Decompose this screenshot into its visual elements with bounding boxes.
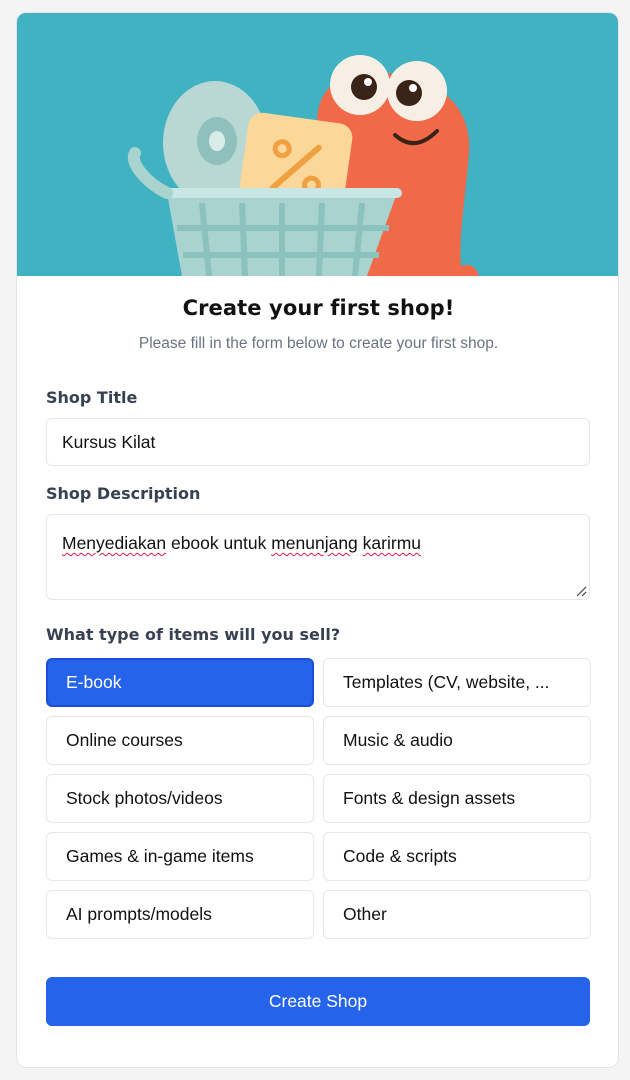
shop-description-label: Shop Description (46, 484, 201, 503)
item-types-label: What type of items will you sell? (46, 625, 341, 644)
resize-handle-icon[interactable] (575, 585, 587, 597)
page-subtitle: Please fill in the form below to create … (138, 335, 499, 352)
create-shop-card: Create your first shop! Please fill in t… (16, 12, 619, 1068)
item-type-templates[interactable]: Templates (CV, website, ... (323, 658, 591, 707)
description-word: karirmu (362, 533, 422, 553)
shop-title-label: Shop Title (46, 388, 138, 407)
description-text: ebook untuk (166, 533, 272, 553)
shopping-cart-mascot-illustration (127, 55, 479, 276)
shop-description-textarea[interactable]: Menyediakan ebook untuk menunjang karirm… (46, 514, 590, 600)
description-word: Menyediakan (62, 533, 167, 553)
item-type-other[interactable]: Other (323, 890, 591, 939)
create-shop-button[interactable]: Create Shop (46, 977, 590, 1026)
item-type-ai-prompts[interactable]: AI prompts/models (46, 890, 314, 939)
item-type-music-audio[interactable]: Music & audio (323, 716, 591, 765)
item-type-ebook[interactable]: E-book (46, 658, 314, 707)
item-type-games[interactable]: Games & in-game items (46, 832, 314, 881)
hero-illustration (17, 13, 618, 276)
description-word: menunjang (271, 533, 358, 553)
item-type-online-courses[interactable]: Online courses (46, 716, 314, 765)
item-type-stock-photos[interactable]: Stock photos/videos (46, 774, 314, 823)
shop-title-input[interactable]: Kursus Kilat (46, 418, 590, 466)
item-type-fonts-design[interactable]: Fonts & design assets (323, 774, 591, 823)
page-title: Create your first shop! (182, 296, 455, 320)
item-type-code-scripts[interactable]: Code & scripts (323, 832, 591, 881)
